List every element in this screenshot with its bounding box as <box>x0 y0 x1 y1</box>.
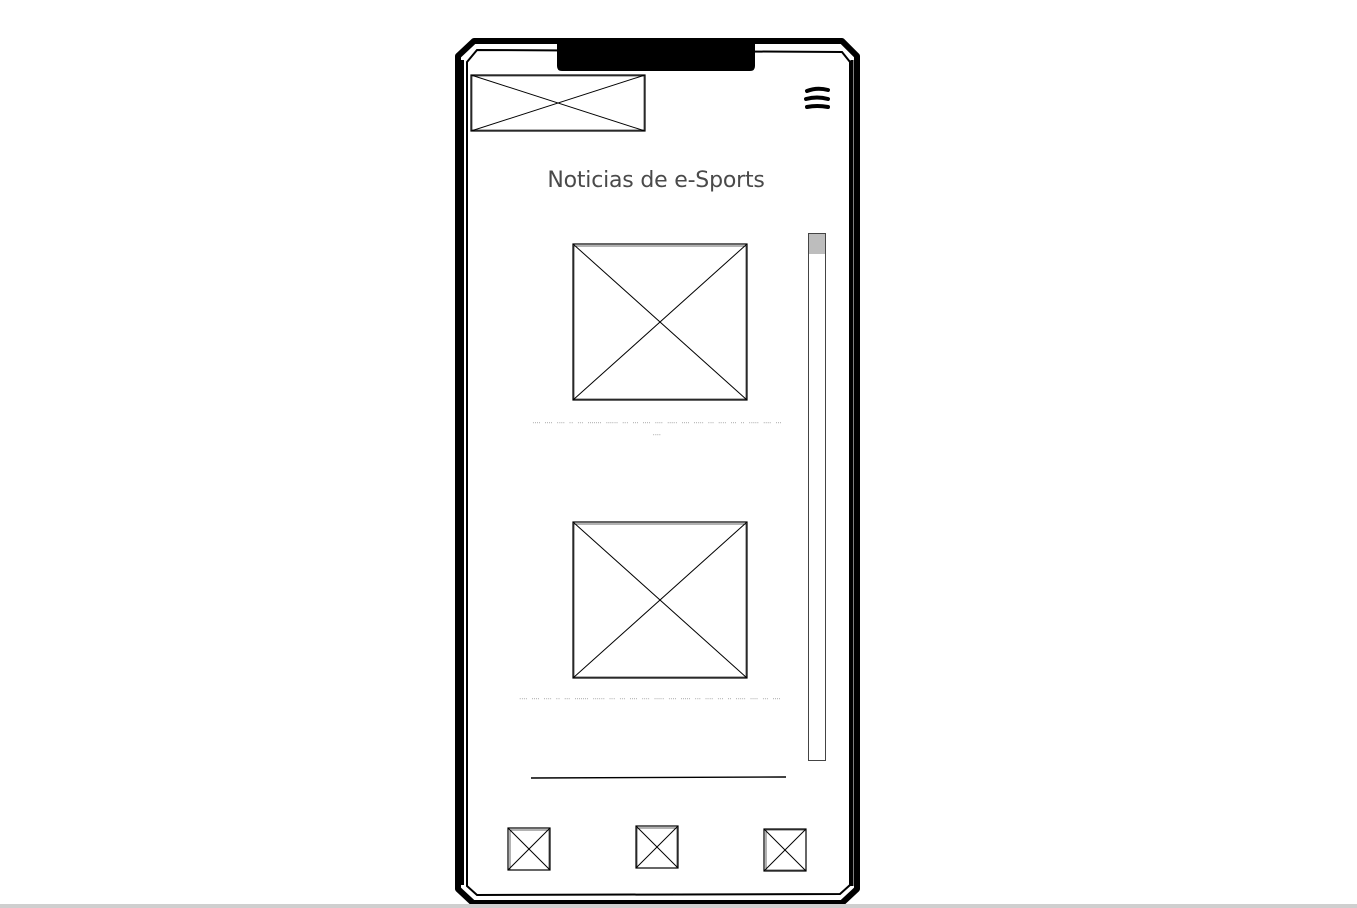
nav-placeholder-icon[interactable] <box>762 827 808 873</box>
article-caption: ᐧᐧᐧᐧ ᐧᐧᐧᐧ ᐧᐧᐧᐧ ᐧᐧ ᐧᐧᐧ ᐧᐧᐧᐧᐧᐧᐧ ᐧᐧᐧᐧᐧᐧ ᐧᐧᐧ… <box>519 696 781 703</box>
hamburger-menu-icon[interactable] <box>800 84 834 116</box>
nav-placeholder-icon[interactable] <box>506 826 552 872</box>
page-title: Noticias de e-Sports <box>547 168 765 193</box>
logo-placeholder-icon <box>470 74 646 132</box>
page-bottom-border <box>0 904 1357 908</box>
vertical-scrollbar[interactable] <box>808 233 826 761</box>
nav-placeholder-icon[interactable] <box>634 824 680 870</box>
scrollbar-thumb[interactable] <box>809 234 825 254</box>
article-caption: ᐧᐧᐧᐧ ᐧᐧᐧᐧ ᐧᐧᐧᐧ ᐧᐧ ᐧᐧᐧ ᐧᐧᐧᐧᐧᐧᐧ ᐧᐧᐧᐧᐧᐧ ᐧᐧᐧ… <box>532 420 782 439</box>
article-image-placeholder-icon[interactable] <box>570 519 750 681</box>
article-image-placeholder-icon[interactable] <box>570 241 750 403</box>
